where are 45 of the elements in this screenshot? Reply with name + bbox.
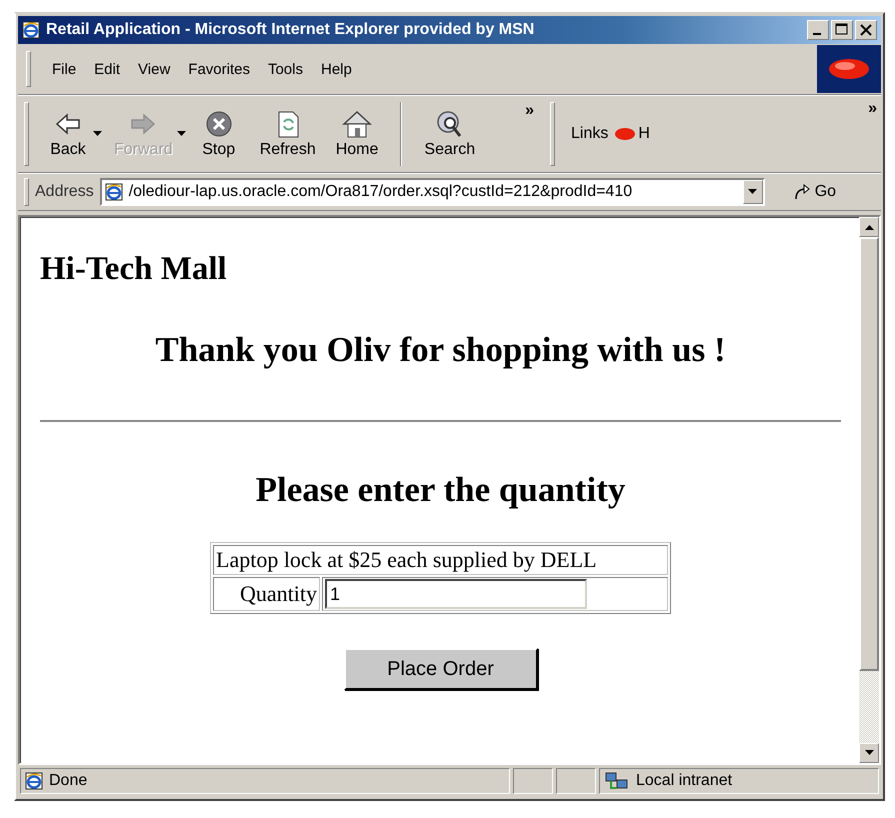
toolbar-button[interactable]: Home [326,96,388,172]
prompt-heading: Please enter the quantity [254,470,626,510]
scroll-up-icon[interactable] [864,224,874,230]
greeting-heading: Thank you Oliv for shopping with us ! [154,330,727,370]
network-computers-icon [604,771,630,791]
quantity-field[interactable]: 1 [325,579,587,609]
status-text: Done [49,772,88,790]
menu-item[interactable]: Help [314,58,359,80]
security-zone: Local intranet [636,772,732,790]
caret-icon[interactable] [93,131,102,137]
address-label: Address [35,183,94,201]
menu-item[interactable]: Favorites [181,58,257,80]
menu-item[interactable]: View [131,58,178,80]
links-label[interactable]: Links [571,125,608,143]
page-icon [104,183,123,201]
go-button[interactable]: Go [786,182,842,202]
browser-icon [22,21,40,39]
toolbar-button[interactable]: Stop [188,96,250,172]
close-icon[interactable] [855,20,877,40]
status-pane [513,768,553,794]
place-order-button[interactable]: Place Order [344,648,538,690]
scroll-down-icon[interactable] [864,750,874,756]
overflow-chevron[interactable]: » [868,100,877,118]
scroll-thumb[interactable] [859,237,879,671]
toolbar-button[interactable]: Search [414,96,486,172]
site-title: Hi-Tech Mall [40,251,228,288]
caret-icon[interactable] [748,189,758,195]
toolbar-button[interactable]: Back [37,96,99,172]
menu-item[interactable]: Tools [260,58,310,80]
window-title: Retail Application - Microsoft Internet Explorer provided by MSN [46,21,536,39]
address-field[interactable]: /olediour-lap.us.oracle.com/Ora817/order.xsql?custId=212&prodId=410 [100,178,765,206]
minimize-icon[interactable] [807,20,829,40]
house-icon [340,109,374,139]
status-pane [556,768,596,794]
overflow-chevron[interactable]: » [485,96,544,172]
curved-arrow-icon [792,183,811,201]
maximize-icon[interactable] [831,20,853,40]
scrollbar[interactable] [859,217,879,763]
quantity-label: Quantity [213,577,320,611]
link-item[interactable]: H [614,125,650,143]
menu-item[interactable]: Edit [87,58,128,80]
page-icon [25,772,43,790]
menu-item[interactable]: File [45,58,84,80]
product-cell: Laptop lock at $25 each supplied by DELL [213,545,668,575]
toolbar-button[interactable]: Refresh [250,96,326,172]
